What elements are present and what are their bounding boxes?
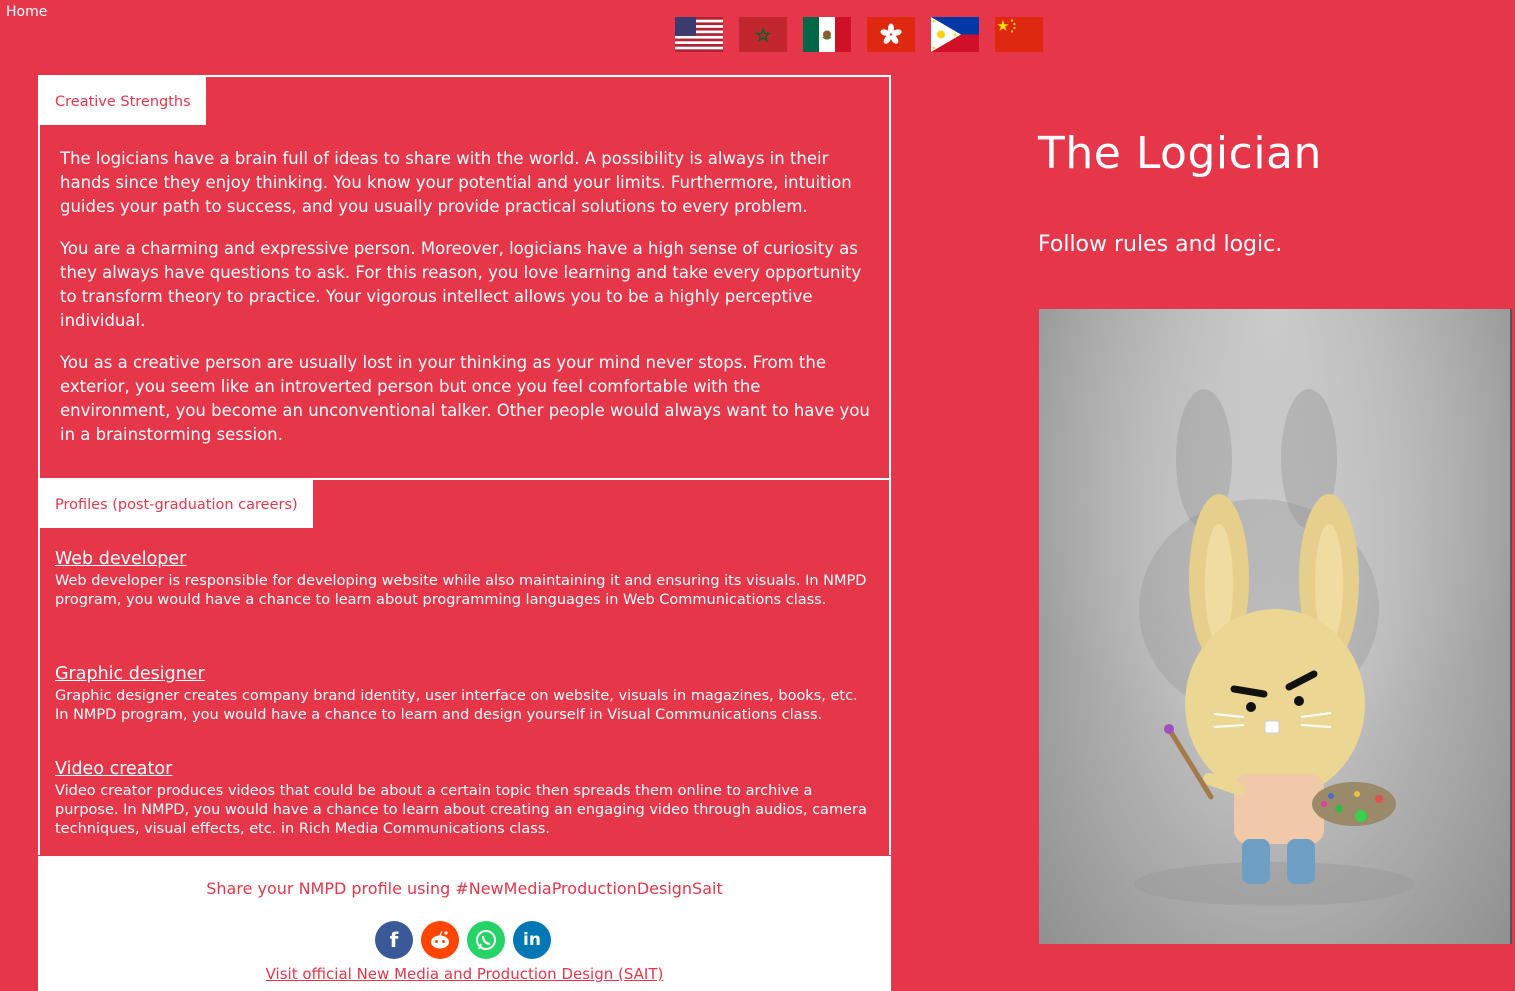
morocco-flag-icon[interactable] <box>739 17 787 52</box>
strength-paragraph: The logicians have a brain full of ideas… <box>60 149 852 216</box>
profile-item: Graphic designer Graphic designer create… <box>55 663 867 725</box>
philippines-flag-icon[interactable] <box>931 17 979 52</box>
visit-official-link[interactable]: Visit official New Media and Production … <box>38 965 891 983</box>
facebook-icon[interactable]: f <box>375 921 413 959</box>
strength-paragraph: You are a charming and expressive person… <box>60 239 862 330</box>
content-panel: Creative Strengths The logicians have a … <box>38 75 891 991</box>
mexico-flag-icon[interactable] <box>803 17 851 52</box>
page-subtitle: Follow rules and logic. <box>1038 232 1283 257</box>
tab-profiles[interactable]: Profiles (post-graduation careers) <box>40 480 313 528</box>
profile-link-web-developer[interactable]: Web developer <box>55 548 867 570</box>
profile-link-graphic-designer[interactable]: Graphic designer <box>55 663 867 685</box>
home-link[interactable]: Home <box>6 4 47 20</box>
profile-item: Web developer Web developer is responsib… <box>55 548 867 610</box>
language-flags <box>675 17 1043 52</box>
reddit-icon[interactable] <box>421 921 459 959</box>
profile-description: Video creator produces videos that could… <box>55 783 867 837</box>
creative-strengths-section: Creative Strengths The logicians have a … <box>38 75 891 480</box>
usa-flag-icon[interactable] <box>675 17 723 52</box>
profile-link-video-creator[interactable]: Video creator <box>55 758 867 780</box>
profile-description: Graphic designer creates company brand i… <box>55 688 858 723</box>
linkedin-icon[interactable]: in <box>513 921 551 959</box>
profiles-section: Profiles (post-graduation careers) Web d… <box>38 478 891 855</box>
hong-kong-flag-icon[interactable] <box>867 17 915 52</box>
share-section: Share your NMPD profile using #NewMediaP… <box>38 856 891 991</box>
tab-creative-strengths[interactable]: Creative Strengths <box>40 77 206 125</box>
page-title: The Logician <box>1038 128 1322 179</box>
logician-bunny-image <box>1039 309 1512 944</box>
share-text: Share your NMPD profile using #NewMediaP… <box>206 879 723 898</box>
china-flag-icon[interactable] <box>995 17 1043 52</box>
strength-paragraph: You as a creative person are usually los… <box>60 353 870 444</box>
profile-item: Video creator Video creator produces vid… <box>55 758 867 839</box>
profile-description: Web developer is responsible for develop… <box>55 573 867 608</box>
whatsapp-icon[interactable] <box>467 921 505 959</box>
social-share-buttons: f in <box>375 921 551 959</box>
